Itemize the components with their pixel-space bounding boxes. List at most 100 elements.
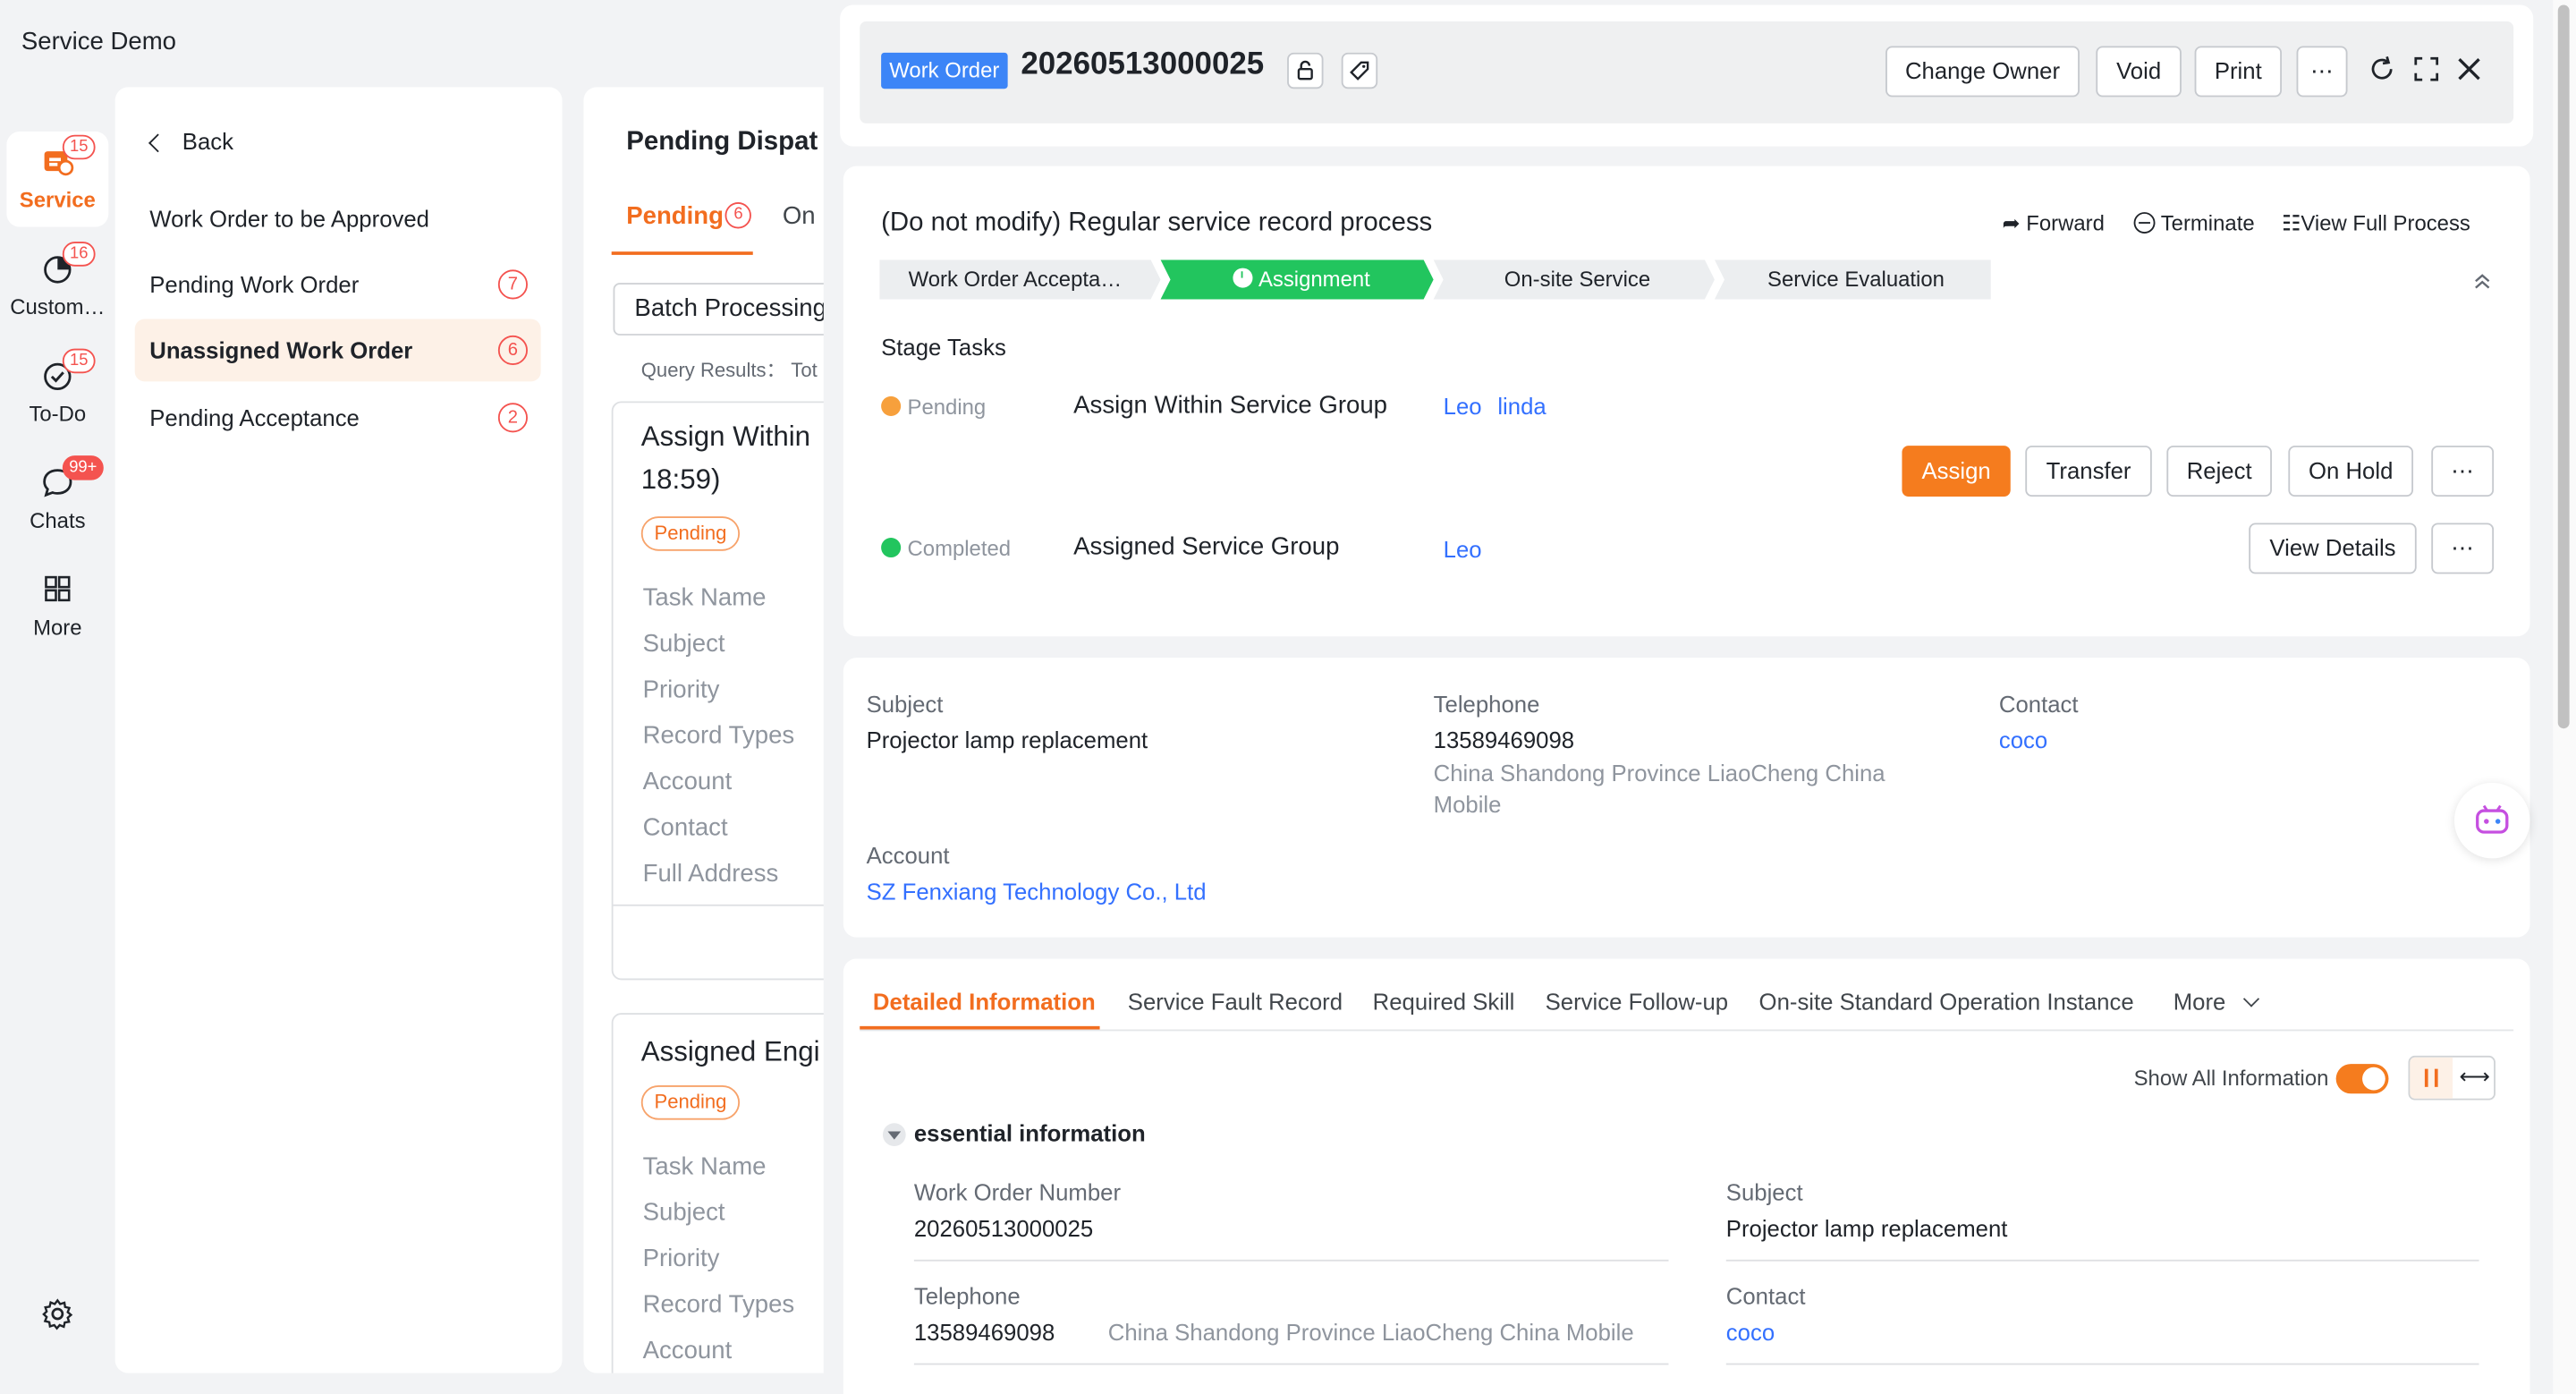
rail-item-more[interactable]: More	[6, 559, 108, 655]
assistant-bot-button[interactable]	[2453, 782, 2530, 859]
rail-badge: 15	[62, 348, 96, 374]
step-work-order-acceptance[interactable]: Work Order Accepta…	[879, 259, 1150, 299]
menu-item-label: Pending Work Order	[149, 271, 360, 298]
field-divider	[913, 1259, 1669, 1262]
tab-onsite-sop-instance[interactable]: On-site Standard Operation Instance	[1759, 989, 2134, 1015]
tab-service-follow-up[interactable]: Service Follow-up	[1546, 989, 1728, 1015]
layout-switch[interactable]: ⟷	[2408, 1055, 2496, 1101]
detail-header: Work Order 20260513000025 Change Owner V…	[840, 4, 2534, 147]
task-status-completed: Completed	[881, 536, 1011, 561]
rail-item-chats[interactable]: 99+ Chats	[6, 452, 108, 548]
batch-processing-button[interactable]: Batch Processing	[613, 283, 847, 336]
assign-button[interactable]: Assign	[1902, 446, 2011, 497]
collapse-icon[interactable]	[2470, 269, 2494, 293]
rail-item-todo[interactable]: 15 To-Do	[6, 345, 108, 441]
close-icon[interactable]	[2454, 55, 2484, 84]
refresh-icon[interactable]	[2368, 55, 2397, 84]
lock-button[interactable]	[1287, 52, 1324, 89]
tab-more-label: More	[2173, 988, 2226, 1015]
process-panel: (Do not modify) Regular service record p…	[843, 166, 2530, 637]
menu-item-label: Unassigned Work Order	[149, 336, 413, 364]
step-assignment[interactable]: Assignment	[1165, 259, 1436, 299]
field-divider	[1725, 1259, 2479, 1262]
contact-link[interactable]: coco	[1999, 727, 2047, 752]
vertical-scrollbar[interactable]	[2553, 0, 2576, 1394]
tab-on[interactable]: On	[783, 202, 816, 230]
contact-link[interactable]: coco	[1726, 1319, 1775, 1345]
minus-circle-icon	[2133, 212, 2156, 234]
caret-down-icon[interactable]	[882, 1123, 906, 1147]
rail-label: Custom…	[10, 293, 106, 319]
forward-label: Forward	[2026, 210, 2105, 235]
change-owner-button[interactable]: Change Owner	[1885, 46, 2080, 98]
step-service-evaluation[interactable]: Service Evaluation	[1718, 259, 1995, 299]
query-results: Query Results： Tot	[640, 358, 818, 382]
grid-icon	[45, 575, 71, 602]
more-actions-button[interactable]: ⋯	[2296, 46, 2348, 98]
step-label: Assignment	[1258, 266, 1370, 292]
rail-label: Service	[19, 187, 96, 213]
on-hold-button[interactable]: On Hold	[2288, 446, 2414, 497]
void-button[interactable]: Void	[2096, 46, 2182, 98]
rail-label: More	[33, 615, 82, 640]
task-name: Assign Within Service Group	[1073, 391, 1388, 420]
tab-required-skill[interactable]: Required Skill	[1373, 989, 1515, 1015]
menu-count-badge: 2	[497, 403, 528, 433]
tab-divider	[860, 1029, 2514, 1032]
view-full-process-link[interactable]: ☷View Full Process	[2282, 210, 2470, 236]
task-more-button[interactable]: ⋯	[2431, 523, 2495, 574]
card-divider	[613, 904, 847, 906]
assignee-link[interactable]: Leo	[1444, 393, 1482, 419]
status-badge: Pending	[640, 1085, 741, 1120]
record-type-tag: Work Order	[881, 52, 1008, 89]
telephone-label: Telephone	[913, 1282, 1021, 1309]
tag-button[interactable]	[1341, 52, 1378, 89]
field-label: Contact	[642, 813, 728, 843]
show-all-toggle[interactable]	[2335, 1064, 2389, 1094]
reject-button[interactable]: Reject	[2166, 446, 2272, 497]
menu-item-pending-acceptance[interactable]: Pending Acceptance 2	[135, 387, 541, 449]
assignee-link[interactable]: Leo	[1444, 536, 1482, 562]
subject-label: Subject	[866, 690, 944, 718]
header-bar: Work Order 20260513000025 Change Owner V…	[860, 21, 2514, 123]
contact-label: Contact	[1998, 690, 2079, 718]
field-label: Record Types	[642, 1290, 795, 1319]
tab-service-fault-record[interactable]: Service Fault Record	[1128, 989, 1343, 1015]
tab-detailed-information[interactable]: Detailed Information	[873, 989, 1096, 1015]
robot-icon	[2476, 804, 2509, 834]
two-column-icon[interactable]	[2410, 1057, 2453, 1099]
back-button[interactable]: Back	[148, 128, 233, 155]
step-onsite-service[interactable]: On-site Service	[1442, 259, 1713, 299]
print-button[interactable]: Print	[2194, 46, 2283, 98]
scrollbar-thumb[interactable]	[2557, 4, 2570, 729]
rail-badge: 99+	[62, 455, 104, 480]
chevron-left-icon	[148, 133, 167, 153]
work-order-card[interactable]: Assign Within 18:59) Pending Task Name S…	[611, 401, 847, 981]
menu-item-to-be-approved[interactable]: Work Order to be Approved	[135, 188, 541, 251]
terminate-link[interactable]: Terminate	[2133, 210, 2255, 235]
transfer-button[interactable]: Transfer	[2025, 446, 2152, 497]
task-more-button[interactable]: ⋯	[2431, 446, 2495, 497]
account-link[interactable]: SZ Fenxiang Technology Co., Ltd	[867, 878, 1207, 904]
tab-pending[interactable]: Pending 6	[626, 202, 752, 230]
rail-badge: 15	[62, 134, 96, 160]
menu-item-unassigned[interactable]: Unassigned Work Order 6	[134, 319, 541, 382]
rail-label: Chats	[30, 507, 86, 533]
process-title: (Do not modify) Regular service record p…	[881, 208, 1433, 237]
address-line: Mobile	[1433, 791, 1502, 818]
tab-more[interactable]: More	[2173, 988, 2259, 1015]
expand-width-icon[interactable]: ⟷	[2459, 1064, 2489, 1090]
tab-count: 6	[724, 202, 752, 229]
work-order-card[interactable]: Assigned Engi Pending Task Name Subject …	[611, 1013, 847, 1373]
menu-item-pending-work-order[interactable]: Pending Work Order 7	[135, 253, 541, 316]
gear-icon[interactable]	[41, 1297, 74, 1330]
forward-link[interactable]: ➦ Forward	[2003, 210, 2105, 236]
field-label: Full Address	[642, 860, 779, 888]
assignee-link[interactable]: linda	[1497, 393, 1546, 419]
view-details-button[interactable]: View Details	[2249, 523, 2417, 574]
fullscreen-icon[interactable]	[2411, 55, 2441, 84]
menu-item-label: Pending Acceptance	[149, 404, 360, 431]
rail-item-service[interactable]: 15 Service	[6, 132, 109, 227]
rail-item-customer[interactable]: 16 Custom…	[6, 238, 108, 334]
wo-number-label: Work Order Number	[913, 1178, 1122, 1206]
